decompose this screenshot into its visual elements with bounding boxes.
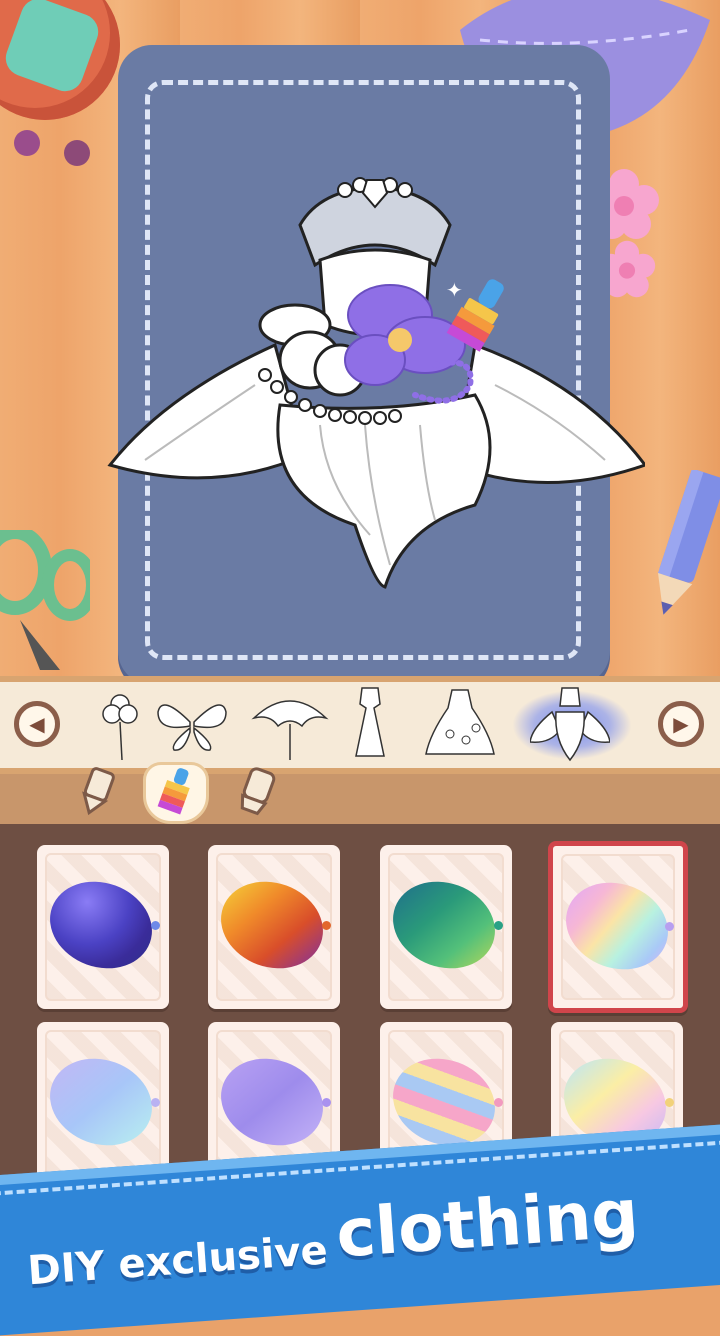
color-dot — [151, 1098, 160, 1107]
pin-decoration — [14, 130, 40, 156]
swatch-card[interactable] — [380, 845, 512, 1009]
flower-dress-outline-icon[interactable] — [530, 684, 610, 764]
ruffle-dress-outline-icon[interactable] — [420, 684, 500, 764]
scroll-right-button[interactable]: ▶ — [658, 701, 704, 747]
long-dress-outline-icon[interactable] — [330, 684, 410, 764]
color-dot — [494, 1098, 503, 1107]
umbrella-outline-icon[interactable] — [250, 684, 330, 764]
pencil-decoration — [658, 470, 720, 615]
color-dot — [665, 1098, 674, 1107]
color-dot — [665, 922, 674, 931]
color-dot — [322, 1098, 331, 1107]
butterfly-outline-icon[interactable] — [152, 684, 232, 764]
swatch-card-selected[interactable] — [548, 841, 688, 1013]
chevron-right-icon: ▶ — [673, 712, 689, 736]
dress-canvas[interactable] — [105, 175, 645, 595]
chevron-left-icon: ◀ — [29, 712, 45, 736]
flower-outline-icon[interactable] — [82, 684, 162, 764]
scissors-decoration — [0, 530, 90, 670]
color-dot — [494, 921, 503, 930]
pin-decoration — [64, 140, 90, 166]
swatch-card[interactable] — [37, 845, 169, 1009]
color-dot — [322, 921, 331, 930]
swatch-card[interactable] — [208, 845, 340, 1009]
swatch-card[interactable] — [37, 1022, 169, 1186]
svg-text:✦: ✦ — [446, 278, 463, 302]
pencil-icon[interactable] — [72, 766, 122, 816]
paint-brush-tool-icon[interactable] — [152, 766, 202, 816]
color-dot — [151, 921, 160, 930]
eraser-icon[interactable] — [232, 766, 282, 816]
scroll-left-button[interactable]: ◀ — [14, 701, 60, 747]
paint-brush-icon[interactable]: ✦ — [440, 275, 520, 355]
